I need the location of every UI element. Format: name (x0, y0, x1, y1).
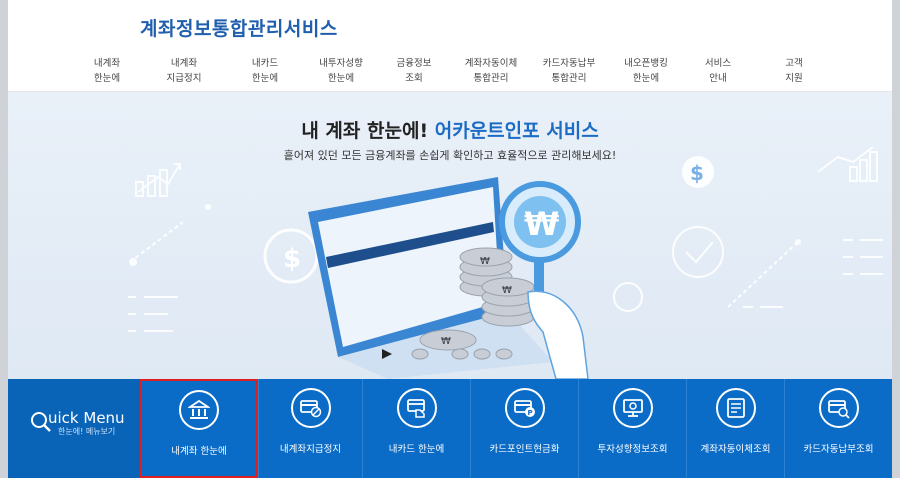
nav-item-card-autopay[interactable]: 카드자동납부통합관리 (530, 56, 608, 86)
nav-item-auto-transfer[interactable]: 계좌자동이체통합관리 (452, 56, 530, 86)
nav-label: 안내 (709, 73, 727, 84)
nav-item-support[interactable]: 고객지원 (755, 56, 833, 86)
nav-label: 한눈에 (251, 73, 279, 84)
nav-item-investment[interactable]: 내투자성향한눈에 (302, 56, 380, 86)
quick-item-label: 투자성향정보조회 (597, 444, 668, 455)
header: 계좌정보통합관리서비스 (8, 0, 892, 52)
quick-item-label: 내계좌지급정지 (279, 444, 342, 455)
nav-label: 지급정지 (166, 73, 202, 84)
nav-label: 지원 (785, 73, 803, 84)
nav-item-card[interactable]: 내카드한눈에 (226, 56, 304, 86)
quick-item-investment[interactable]: 투자성향정보조회 (578, 379, 686, 478)
nav-item-account-stop[interactable]: 내계좌지급정지 (145, 56, 223, 86)
nav-item-service-guide[interactable]: 서비스안내 (679, 56, 757, 86)
nav-label: 금융정보 (396, 58, 432, 69)
auto-transfer-icon (726, 398, 745, 418)
hero-title-accent: 어카운트인포 서비스 (434, 120, 599, 142)
nav-label: 내카드 (251, 58, 279, 69)
quick-item-card-autopay[interactable]: 카드자동납부조회 (784, 379, 892, 478)
hero-subtitle: 흩어져 있던 모든 금융계좌를 손쉽게 확인하고 효율적으로 관리해보세요! (283, 149, 617, 162)
quick-item-card[interactable]: 내카드 한눈에 (362, 379, 470, 478)
card-hand-icon (406, 399, 425, 418)
monitor-chart-icon (622, 399, 643, 417)
nav-item-finance-info[interactable]: 금융정보조회 (375, 56, 453, 86)
quick-item-label: 내카드 한눈에 (388, 444, 445, 455)
hero-banner: $ $ ₩ ₩ ₩ ₩ 내 계좌 한눈에! 어카운트인포 서비스 흩어져 있던 … (8, 92, 892, 379)
nav-label: 내계좌 (93, 58, 121, 69)
quick-item-account[interactable]: 내계좌 한눈에 (140, 379, 258, 478)
quick-menu-toggle[interactable]: uick Menu 한눈에! 메뉴보기 (8, 379, 140, 478)
svg-text:₩: ₩ (502, 285, 512, 296)
nav-label: 통합관리 (551, 73, 587, 84)
quick-item-card-point[interactable]: P 카드포인트현금화 (470, 379, 578, 478)
main-nav: 내계좌한눈에 내계좌지급정지 내카드한눈에 내투자성향한눈에 금융정보조회 계좌… (8, 52, 892, 92)
svg-text:₩: ₩ (524, 205, 559, 243)
svg-text:P: P (527, 409, 532, 417)
quick-item-label: 카드자동납부조회 (803, 444, 874, 455)
nav-label: 내오픈뱅킹 (624, 58, 668, 69)
hero-title: 내 계좌 한눈에! 어카운트인포 서비스 (8, 116, 892, 143)
quick-menu-bar: uick Menu 한눈에! 메뉴보기 내계좌 한눈에 내계좌지급정지 내카드 … (8, 379, 892, 478)
nav-label: 내계좌 (170, 58, 198, 69)
nav-label: 한눈에 (632, 73, 660, 84)
nav-label: 계좌자동이체 (464, 58, 518, 69)
nav-label: 한눈에 (327, 73, 355, 84)
quick-item-label: 카드포인트현금화 (489, 444, 560, 455)
svg-text:$: $ (690, 161, 704, 185)
nav-label: 한눈에 (93, 73, 121, 84)
card-search-icon (827, 400, 850, 419)
nav-label: 조회 (405, 73, 423, 84)
quick-item-auto-transfer[interactable]: 계좌자동이체조회 (686, 379, 784, 478)
svg-text:$: $ (283, 244, 301, 274)
nav-item-openbanking[interactable]: 내오픈뱅킹한눈에 (607, 56, 685, 86)
quick-item-account-stop[interactable]: 내계좌지급정지 (258, 379, 362, 478)
card-stop-icon (299, 400, 321, 418)
nav-label: 서비스 (704, 58, 732, 69)
nav-label: 내투자성향 (319, 58, 363, 69)
svg-text:₩: ₩ (441, 336, 451, 347)
svg-text:₩: ₩ (480, 256, 490, 267)
nav-item-account[interactable]: 내계좌한눈에 (68, 56, 146, 86)
bank-icon (188, 399, 210, 419)
site-title[interactable]: 계좌정보통합관리서비스 (140, 14, 338, 41)
nav-label: 통합관리 (473, 73, 509, 84)
quick-item-label: 내계좌 한눈에 (171, 446, 227, 457)
page: 계좌정보통합관리서비스 내계좌한눈에 내계좌지급정지 내카드한눈에 내투자성향한… (8, 0, 892, 478)
quick-menu-title: uick Menu (48, 409, 125, 427)
hero-title-main: 내 계좌 한눈에! (301, 120, 429, 142)
quick-menu-subtitle: 한눈에! 메뉴보기 (58, 427, 116, 436)
quick-item-label: 계좌자동이체조회 (700, 444, 771, 455)
nav-label: 고객 (785, 58, 803, 69)
nav-label: 카드자동납부 (542, 58, 596, 69)
card-point-icon: P (513, 400, 535, 417)
